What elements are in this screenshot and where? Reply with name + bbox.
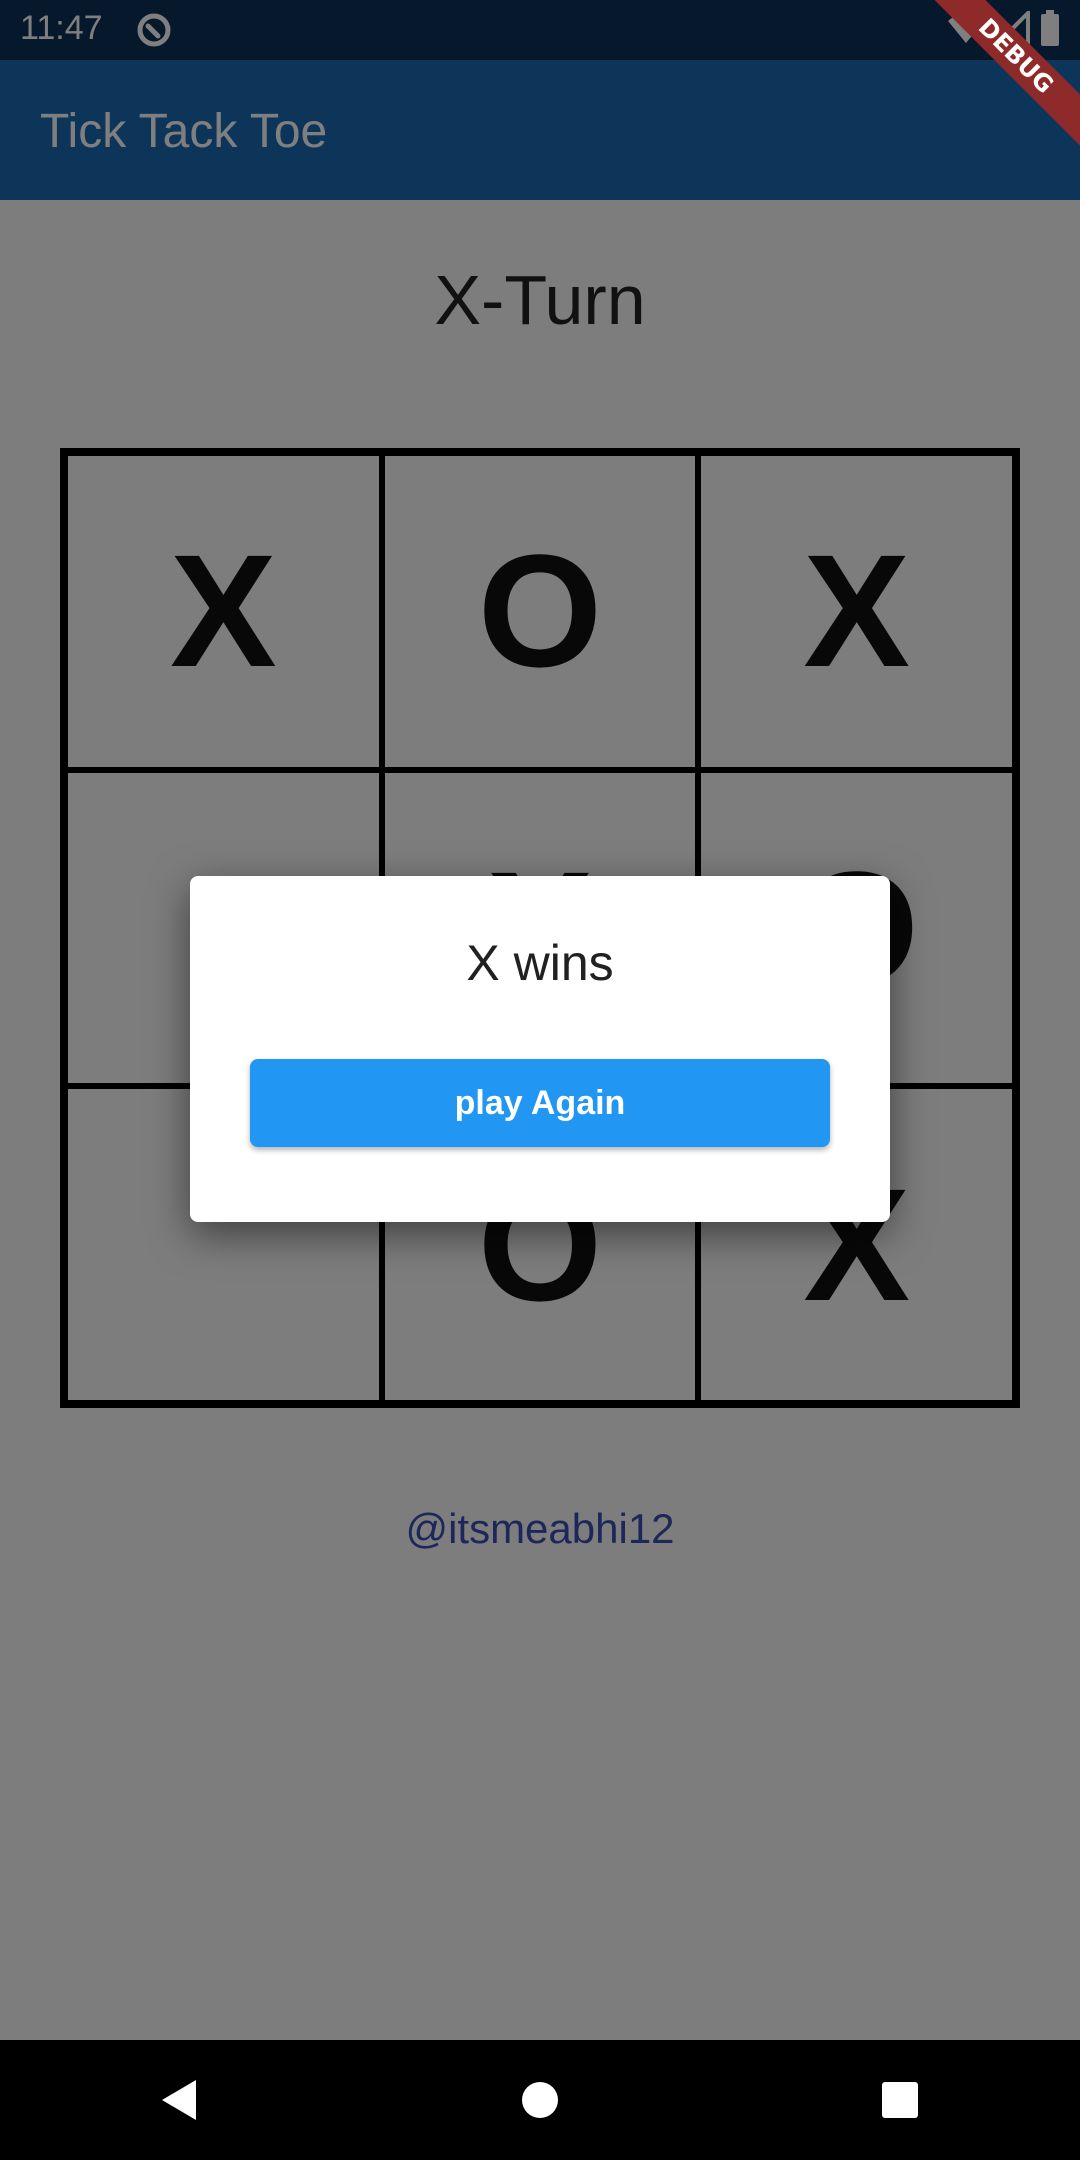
navigation-bar	[0, 2040, 1080, 2160]
play-again-button[interactable]: play Again	[250, 1059, 830, 1147]
win-dialog: X wins play Again	[190, 876, 890, 1222]
dialog-title: X wins	[466, 935, 614, 991]
recents-icon[interactable]	[870, 2070, 930, 2130]
debug-banner: DEBUG	[920, 0, 1080, 160]
home-icon[interactable]	[510, 2070, 570, 2130]
back-icon[interactable]	[150, 2070, 210, 2130]
debug-label: DEBUG	[920, 0, 1080, 154]
